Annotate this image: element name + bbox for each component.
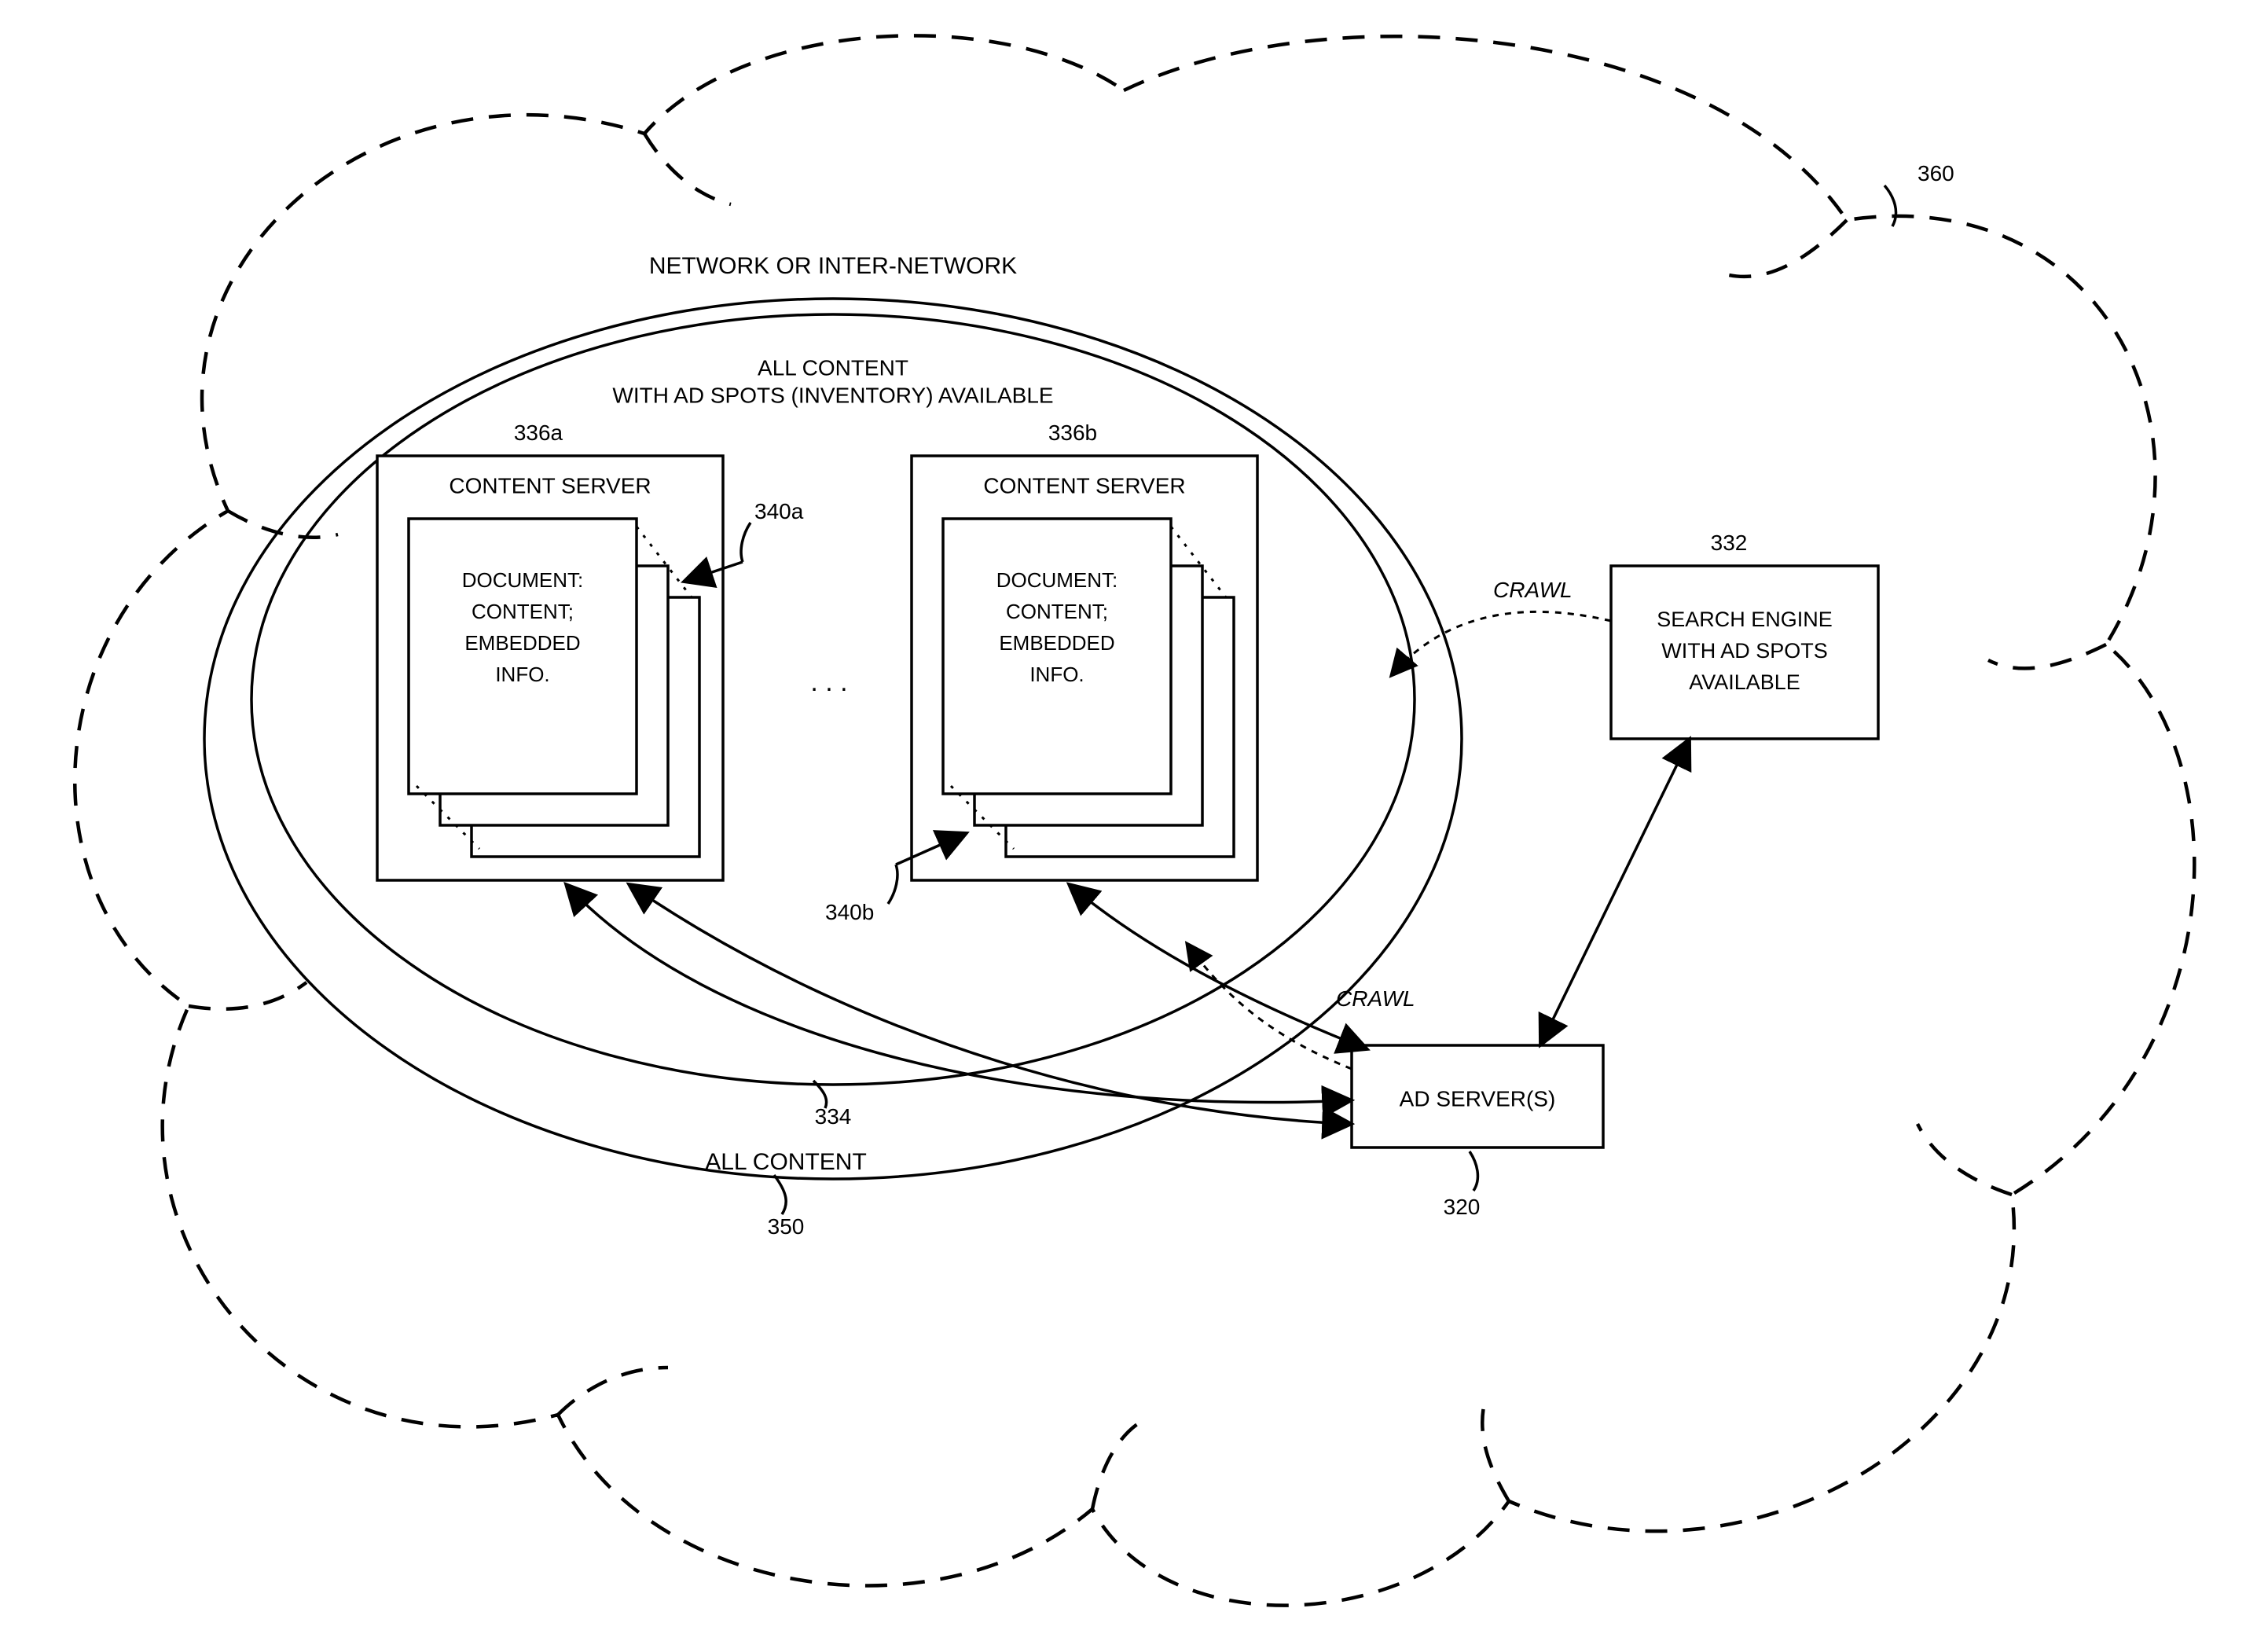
content-server-b-label: CONTENT SERVER [983,473,1185,498]
inventory-label-2: WITH AD SPOTS (INVENTORY) AVAILABLE [612,383,1053,407]
content-server-a: CONTENT SERVER DOCUMENT: CONTENT; EMBEDD… [377,456,723,880]
doc-a-l2: CONTENT; [472,600,574,623]
ref-leader [888,865,897,904]
cloud-cusp [1918,1124,2012,1195]
doc-b-l2: CONTENT; [1006,600,1108,623]
crawl-arrow-search [1391,611,1611,676]
ref-doc-b: 340b [825,900,874,924]
ref-adserver: 320 [1444,1195,1481,1219]
ad-server-box: AD SERVER(S) [1352,1045,1603,1147]
cloud-cusp [1729,220,1847,277]
ad-server-label: AD SERVER(S) [1400,1086,1556,1111]
ellipsis: . . . [810,667,847,697]
doc-a-l3: EMBEDDED [464,631,580,655]
content-server-a-label: CONTENT SERVER [449,473,651,498]
search-l2: WITH AD SPOTS [1661,639,1828,663]
ref-search: 332 [1711,531,1748,555]
doc-b-l4: INFO. [1029,663,1084,686]
search-l3: AVAILABLE [1689,670,1800,694]
doc-b-l3: EMBEDDED [999,631,1114,655]
all-content-label: ALL CONTENT [705,1149,867,1175]
ref-leader [1470,1151,1477,1191]
ref-cloud: 360 [1918,161,1954,185]
link-csa-adserver-2 [629,884,1352,1124]
ref-doc-a: 340a [754,499,804,523]
crawl-label-1: CRAWL [1493,578,1573,602]
cloud-cusp [1988,644,2106,668]
cloud-cusp [558,1368,668,1415]
ref-inner-ellipse: 334 [815,1104,852,1129]
ref-outer-ellipse: 350 [768,1214,805,1239]
doc-a-l4: INFO. [495,663,549,686]
doc-front [409,519,637,794]
cloud-cusp [1092,1423,1140,1509]
ref-cs-a: 336a [514,420,563,445]
ref-leader [774,1175,786,1214]
crawl-label-2: CRAWL [1336,986,1415,1011]
doc-b-l1: DOCUMENT: [996,568,1118,592]
ref-leader [741,523,750,562]
link-search-adserver [1540,739,1690,1045]
network-label: NETWORK OR INTER-NETWORK [649,253,1017,279]
doc-a-l1: DOCUMENT: [462,568,584,592]
search-l1: SEARCH ENGINE [1657,608,1833,631]
inventory-label-1: ALL CONTENT [758,355,908,380]
content-server-b: CONTENT SERVER DOCUMENT: CONTENT; EMBEDD… [912,456,1257,880]
search-engine-box: SEARCH ENGINE WITH AD SPOTS AVAILABLE [1611,566,1878,739]
ref-leader [1884,185,1896,226]
cloud-cusp [644,134,731,204]
cloud-cusp [189,982,306,1009]
ref-cs-b: 336b [1048,420,1097,445]
cloud-cusp [1482,1399,1509,1501]
link-adserver-csa [566,884,1352,1103]
diagram-canvas: 360 NETWORK OR INTER-NETWORK ALL CONTENT… [0,0,2268,1645]
